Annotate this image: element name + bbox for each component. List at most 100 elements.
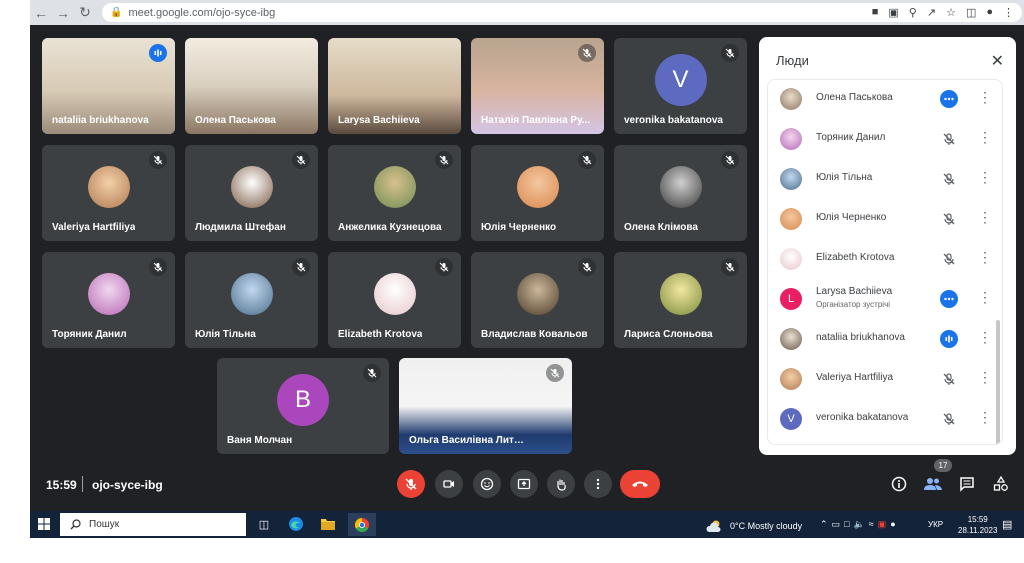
participant-tile[interactable]: Ольга Василівна Литвин bbox=[399, 358, 572, 454]
system-tray: ⌃ ▭ □ 🔈 ≈ ▣ ● bbox=[820, 519, 896, 530]
speaker-icon[interactable]: 🔈 bbox=[854, 519, 865, 530]
avatar bbox=[87, 166, 130, 209]
weather-widget[interactable]: 0°C Mostly cloudy bbox=[706, 519, 802, 533]
participant-tile[interactable]: Юлія Черненко bbox=[471, 145, 604, 241]
avatar bbox=[780, 168, 802, 190]
meeting-info-button[interactable] bbox=[889, 474, 909, 494]
participant-row[interactable]: Elizabeth Krotova ⋮ bbox=[768, 240, 1002, 280]
task-view-icon[interactable]: ◫ bbox=[254, 515, 274, 533]
participant-tile[interactable]: Владислав Ковальов bbox=[471, 252, 604, 348]
translate-icon[interactable]: ▣ bbox=[888, 6, 898, 19]
participant-row[interactable]: L Larysa Bachiieva Організатор зустрічі ⋮ bbox=[768, 280, 1002, 320]
chevron-up-icon[interactable]: ⌃ bbox=[820, 519, 828, 530]
muted-indicator bbox=[578, 44, 596, 62]
antivirus-icon[interactable]: ▣ bbox=[878, 519, 887, 530]
mic-off-icon bbox=[296, 262, 306, 272]
muted-indicator bbox=[721, 151, 739, 169]
zoom-icon[interactable]: ⚲ bbox=[909, 6, 917, 19]
close-icon[interactable]: ✕ bbox=[991, 51, 1004, 71]
participant-tile[interactable]: Vveronika bakatanova bbox=[614, 38, 747, 134]
windows-start-icon[interactable] bbox=[38, 518, 50, 530]
participant-name: veronika bakatanova bbox=[816, 412, 909, 423]
camera-icon[interactable]: ■ bbox=[872, 6, 879, 19]
participant-tile[interactable]: nataliia briukhanova bbox=[42, 38, 175, 134]
forward-icon[interactable]: → bbox=[52, 5, 74, 21]
battery-icon[interactable]: ▭ bbox=[832, 519, 841, 530]
participant-tile[interactable]: Юлія Тільна bbox=[185, 252, 318, 348]
present-button[interactable] bbox=[510, 470, 538, 498]
participant-row[interactable]: Valeriya Hartfiliya ⋮ bbox=[768, 360, 1002, 400]
bookmark-star-icon[interactable]: ☆ bbox=[946, 6, 956, 19]
participant-tile[interactable]: Larysa Bachiieva bbox=[328, 38, 461, 134]
share-icon[interactable]: ↗ bbox=[927, 6, 936, 19]
more-vert-icon[interactable]: ⋮ bbox=[978, 129, 992, 146]
wifi-icon[interactable]: ≈ bbox=[869, 519, 874, 530]
participants-list[interactable]: Олена Паськова ⋮ Торяник Данил ⋮ Юлія Тільна… bbox=[767, 79, 1003, 445]
mic-off-icon bbox=[153, 262, 163, 272]
participants-count-badge: 17 bbox=[934, 459, 952, 472]
hand-icon bbox=[557, 479, 566, 491]
participant-tile[interactable]: Наталія Павлівна Ру... bbox=[471, 38, 604, 134]
menu-dots-icon[interactable]: ⋮ bbox=[1003, 6, 1014, 19]
more-actions-button[interactable] bbox=[940, 290, 958, 308]
participant-name: Elizabeth Krotova bbox=[816, 252, 895, 263]
more-vert-icon[interactable]: ⋮ bbox=[978, 289, 992, 306]
mic-off-icon bbox=[943, 253, 955, 265]
leave-call-button[interactable] bbox=[620, 470, 660, 498]
participant-tile[interactable]: Elizabeth Krotova bbox=[328, 252, 461, 348]
reactions-button[interactable] bbox=[473, 470, 501, 498]
file-explorer-icon[interactable] bbox=[318, 515, 338, 533]
language-indicator[interactable]: УКР bbox=[928, 520, 943, 529]
taskbar-search[interactable]: Пошук bbox=[60, 513, 246, 536]
participant-tile[interactable]: Торяник Данил bbox=[42, 252, 175, 348]
chat-button[interactable] bbox=[957, 474, 977, 494]
sidepanel-icon[interactable]: ◫ bbox=[966, 6, 976, 19]
chrome-taskbar-icon[interactable] bbox=[348, 513, 376, 536]
activities-button[interactable] bbox=[991, 474, 1011, 494]
more-vert-icon[interactable]: ⋮ bbox=[978, 329, 992, 346]
raise-hand-button[interactable] bbox=[547, 470, 575, 498]
edge-icon[interactable] bbox=[286, 515, 306, 533]
notifications-icon[interactable]: ▤ bbox=[1002, 518, 1012, 531]
more-actions-button[interactable] bbox=[940, 90, 958, 108]
participant-tile[interactable]: Valeriya Hartfiliya bbox=[42, 145, 175, 241]
participant-tile[interactable]: Анжелика Кузнецова bbox=[328, 145, 461, 241]
more-vert-icon[interactable]: ⋮ bbox=[978, 249, 992, 266]
taskbar-clock[interactable]: 15:59 28.11.2023 bbox=[958, 514, 997, 536]
participant-row[interactable]: Торяник Данил ⋮ bbox=[768, 120, 1002, 160]
camera-toggle-button[interactable] bbox=[435, 470, 463, 498]
reload-icon[interactable]: ↻ bbox=[74, 4, 96, 21]
participant-row[interactable]: Vveronika bakatanova ⋮ bbox=[768, 400, 1002, 440]
address-bar[interactable]: 🔒 meet.google.com/ojo-syce-ibg ■ ▣ ⚲ ↗ ☆… bbox=[102, 3, 1022, 22]
back-icon[interactable]: ← bbox=[30, 5, 52, 21]
participant-tile[interactable]: Олена Клімова bbox=[614, 145, 747, 241]
participant-row[interactable]: nataliia briukhanova ⋮ bbox=[768, 320, 1002, 360]
search-placeholder: Пошук bbox=[89, 519, 120, 530]
more-vert-icon[interactable]: ⋮ bbox=[978, 409, 992, 426]
avatar bbox=[780, 368, 802, 390]
monitor-icon[interactable]: □ bbox=[844, 519, 849, 530]
microphone-icon[interactable]: ● bbox=[890, 519, 895, 530]
participant-row[interactable]: Юлія Тільна ⋮ bbox=[768, 160, 1002, 200]
more-vert-icon[interactable]: ⋮ bbox=[978, 89, 992, 106]
participant-row[interactable]: Юлія Черненко ⋮ bbox=[768, 200, 1002, 240]
mic-off-icon bbox=[725, 262, 735, 272]
more-vert-icon[interactable]: ⋮ bbox=[978, 209, 992, 226]
more-vert-icon[interactable]: ⋮ bbox=[978, 369, 992, 386]
mic-off-icon bbox=[943, 173, 955, 185]
people-button[interactable] bbox=[923, 474, 943, 494]
participant-row[interactable]: Олена Паськова ⋮ bbox=[768, 80, 1002, 120]
participant-tile[interactable]: Лариса Слоньова bbox=[614, 252, 747, 348]
muted-indicator bbox=[721, 44, 739, 62]
mic-toggle-button[interactable] bbox=[397, 470, 425, 498]
speaking-indicator[interactable] bbox=[940, 330, 958, 348]
extension-icon[interactable]: ● bbox=[986, 6, 993, 19]
more-vert-icon[interactable]: ⋮ bbox=[978, 169, 992, 186]
more-options-button[interactable] bbox=[584, 470, 612, 498]
avatar bbox=[780, 328, 802, 350]
participant-tile[interactable]: B Ваня Молчан bbox=[217, 358, 389, 454]
mic-off-icon bbox=[582, 155, 592, 165]
participant-tile[interactable]: Олена Паськова bbox=[185, 38, 318, 134]
scrollbar[interactable] bbox=[996, 320, 1000, 444]
participant-tile[interactable]: Людмила Штефан bbox=[185, 145, 318, 241]
